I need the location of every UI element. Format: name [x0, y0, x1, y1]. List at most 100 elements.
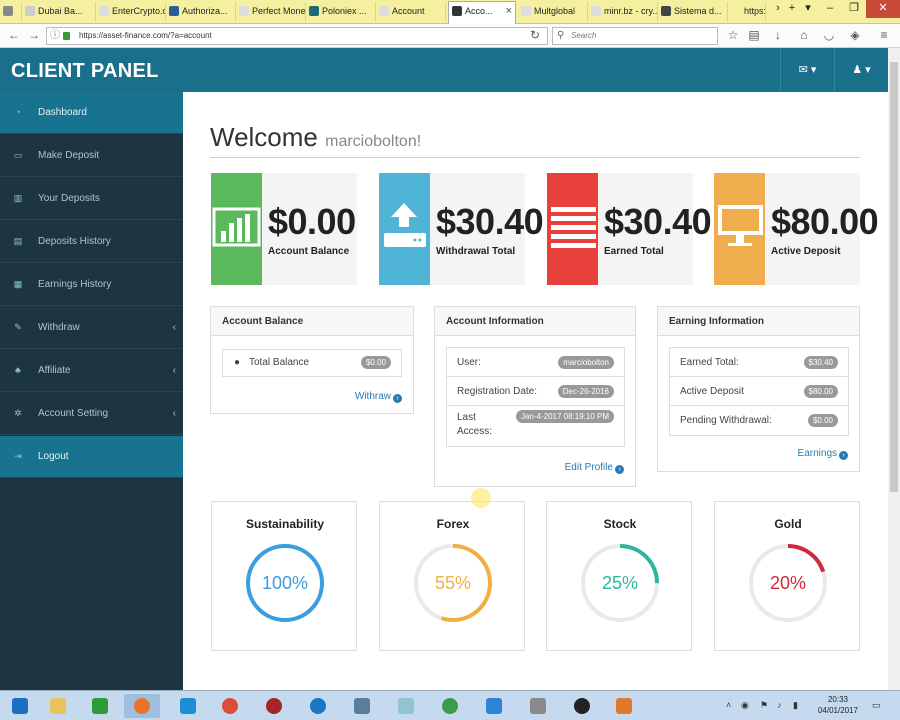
sidebar-item-label: Affiliate — [38, 365, 71, 376]
sidebar-item-your-deposits[interactable]: ▥ Your Deposits — [0, 178, 183, 220]
sidebar-item-make-deposit[interactable]: ▭ Make Deposit — [0, 135, 183, 177]
browser-tab[interactable] — [0, 2, 22, 22]
bookmark-star-icon[interactable]: ☆ — [725, 28, 741, 44]
arrow-app-icon — [180, 698, 196, 714]
earning-badge: $0.00 — [807, 414, 838, 427]
earnings-link[interactable]: Earnings › — [798, 448, 848, 460]
clock[interactable]: 20:33 04/01/2017 — [808, 694, 868, 716]
gauge-title: Sustainability — [245, 517, 325, 531]
user-menu-button[interactable]: ♟ ▾ — [834, 48, 888, 92]
taskbar-app[interactable] — [82, 694, 118, 718]
taskbar-app-active[interactable] — [124, 694, 160, 718]
taskbar-app[interactable] — [476, 694, 512, 718]
chevron-left-icon: ‹ — [172, 322, 176, 333]
sitemap-icon: ♣ — [15, 365, 21, 375]
reading-list-icon[interactable]: ▤ — [746, 28, 762, 44]
taskbar-app[interactable] — [564, 694, 600, 718]
tray-flag-icon[interactable]: ⚑ — [760, 700, 768, 711]
notifications-icon[interactable]: ▭ — [872, 700, 881, 711]
taskbar-app[interactable] — [520, 694, 556, 718]
stat-label: Withdrawal Total — [436, 246, 516, 257]
tab-label: Perfect Mone... — [252, 6, 306, 16]
download-icon[interactable]: ↓ — [770, 28, 786, 44]
chevron-left-icon: ‹ — [172, 408, 176, 419]
stat-band — [379, 173, 430, 285]
close-window-icon[interactable]: ✕ — [866, 0, 900, 18]
sidebar-item-affiliate[interactable]: ♣ Affiliate ‹ — [0, 350, 183, 392]
globe-icon — [442, 698, 458, 714]
browser-tab[interactable]: minr.bz - cry... — [588, 2, 658, 22]
withdraw-link[interactable]: Withraw › — [355, 391, 402, 403]
close-tab-icon[interactable]: × — [506, 2, 512, 20]
browser-tab[interactable]: Perfect Mone... — [236, 2, 306, 22]
browser-tab[interactable]: Dubai Ba... — [22, 2, 96, 22]
gauge-title: Forex — [436, 517, 470, 531]
stat-band — [211, 173, 262, 285]
arrow-circle-right-icon: › — [615, 465, 624, 474]
sidebar-item-withdraw[interactable]: ✎ Withdraw ‹ — [0, 307, 183, 349]
tab-label: Poloniex ... — [322, 6, 367, 16]
sidebar-item-logout[interactable]: ⇥ Logout — [0, 436, 183, 478]
sidebar-item-dashboard[interactable]: ◔ Dashboard — [0, 92, 183, 134]
start-button[interactable] — [2, 694, 38, 718]
url-bar[interactable]: ⓘ https://asset-finance.com/?a=account — [46, 27, 548, 45]
info-badge: Jan-4-2017 08:19:10 PM — [515, 410, 614, 423]
mail-button[interactable]: ✉ ▾ — [780, 48, 834, 92]
search-input[interactable]: ⚲ Search — [552, 27, 718, 45]
taskbar-app[interactable] — [388, 694, 424, 718]
tray-app-icon[interactable]: ◉ — [741, 700, 749, 711]
info-badge: marciobolton — [558, 356, 614, 369]
gauge-card: Stock 25% — [546, 501, 692, 651]
browser-tab[interactable]: EnterCrypto.c... — [96, 2, 166, 22]
taskbar-app[interactable] — [40, 694, 76, 718]
earning-label: Earned Total: — [680, 357, 739, 368]
browser-tab[interactable]: https://... — [728, 2, 766, 22]
sidebar-item-deposits-history[interactable]: ▤ Deposits History — [0, 221, 183, 263]
tab-list-icon[interactable]: ▾ — [796, 0, 820, 18]
browser-nav-bar: ← → ⓘ https://asset-finance.com/?a=accou… — [0, 24, 900, 48]
edit-profile-link[interactable]: Edit Profile › — [565, 462, 624, 474]
taskbar-app[interactable] — [344, 694, 380, 718]
network-icon[interactable]: ▮ — [793, 700, 798, 711]
gauge-value: 100% — [261, 573, 309, 593]
taskbar-app[interactable] — [212, 694, 248, 718]
sidebar-item-label: Logout — [38, 451, 69, 462]
browser-tab[interactable]: Authoriza... — [166, 2, 236, 22]
browser-tab[interactable]: Poloniex ... — [306, 2, 376, 22]
menu-icon[interactable]: ≡ — [876, 28, 892, 44]
tab-favicon-icon — [3, 6, 13, 16]
info-icon[interactable]: ⓘ — [50, 28, 60, 44]
extension-icon[interactable]: ◈ — [847, 28, 863, 44]
browser-tab[interactable]: Account — [376, 2, 446, 22]
maximize-icon[interactable]: ❐ — [842, 0, 866, 18]
forward-icon[interactable]: → — [26, 28, 42, 44]
page-scrollbar[interactable] — [888, 48, 900, 690]
tab-favicon-icon — [25, 6, 35, 16]
tab-label: Dubai Ba... — [38, 6, 83, 16]
stat-band — [714, 173, 765, 285]
pocket-icon[interactable]: ◡ — [821, 28, 837, 44]
minimize-icon[interactable]: – — [818, 0, 842, 18]
chrome-icon — [222, 698, 238, 714]
back-icon[interactable]: ← — [6, 28, 22, 44]
blue-g-app-icon — [310, 698, 326, 714]
taskbar-app[interactable] — [606, 694, 642, 718]
reload-icon[interactable]: ↻ — [527, 28, 543, 44]
tray-up-arrow-icon[interactable]: ˄ — [726, 700, 731, 710]
browser-tab[interactable]: Sistema d... — [658, 2, 728, 22]
envelope-icon: ✉ ▾ — [798, 64, 817, 76]
taskbar-app[interactable] — [170, 694, 206, 718]
tab-favicon-icon — [661, 6, 671, 16]
tab-favicon-icon — [521, 6, 531, 16]
browser-tab[interactable]: Multglobal — [518, 2, 588, 22]
earning-badge: $30.40 — [803, 356, 838, 369]
sidebar-item-earnings-history[interactable]: ▦ Earnings History — [0, 264, 183, 306]
taskbar-app[interactable] — [432, 694, 468, 718]
browser-tab-active[interactable]: Acco... × — [448, 1, 516, 24]
volume-icon[interactable]: ♪ — [777, 700, 782, 710]
sidebar-item-account-setting[interactable]: ✲ Account Setting ‹ — [0, 393, 183, 435]
taskbar-app[interactable] — [256, 694, 292, 718]
taskbar-app[interactable] — [300, 694, 336, 718]
scrollbar-thumb[interactable] — [890, 62, 898, 492]
home-icon[interactable]: ⌂ — [796, 28, 812, 44]
